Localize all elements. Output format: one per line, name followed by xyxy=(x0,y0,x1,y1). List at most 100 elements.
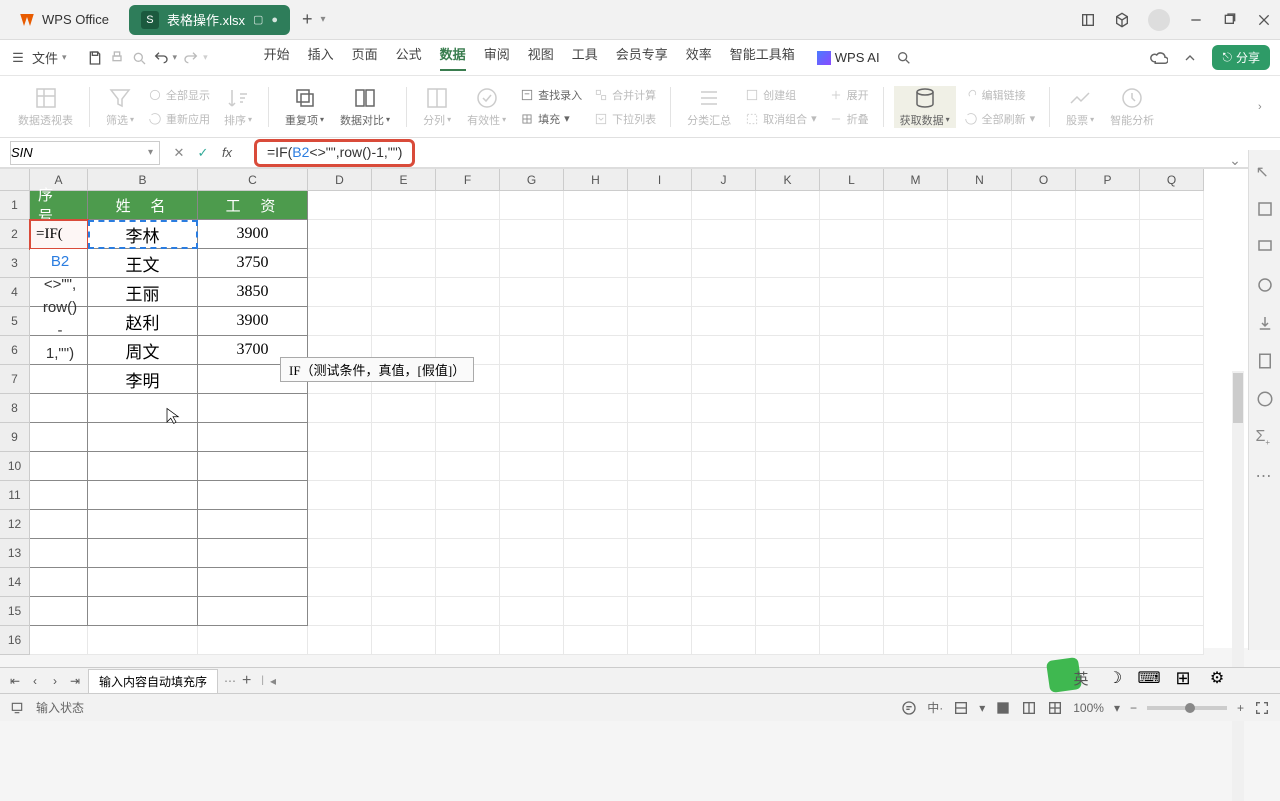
column-header[interactable]: J xyxy=(692,169,756,191)
cell[interactable] xyxy=(692,626,756,655)
cell[interactable] xyxy=(628,626,692,655)
name-box-dropdown-icon[interactable]: ▾ xyxy=(148,147,153,158)
cell[interactable] xyxy=(948,336,1012,365)
cell[interactable] xyxy=(756,452,820,481)
cell[interactable] xyxy=(756,220,820,249)
cell[interactable] xyxy=(756,336,820,365)
column-header[interactable]: D xyxy=(308,169,372,191)
cell[interactable] xyxy=(564,365,628,394)
cell[interactable] xyxy=(1140,249,1204,278)
ungroup-button[interactable]: 取消组合▾ xyxy=(741,109,821,129)
cell[interactable] xyxy=(820,191,884,220)
fx-icon[interactable]: fx xyxy=(220,145,234,160)
undo-icon[interactable] xyxy=(153,50,169,66)
cell[interactable] xyxy=(1012,220,1076,249)
select-tool-icon[interactable]: ↖ xyxy=(1256,162,1274,180)
cell[interactable]: 李明 xyxy=(88,365,198,394)
cancel-formula-icon[interactable]: ✕ xyxy=(172,145,186,161)
cell[interactable] xyxy=(1076,278,1140,307)
cell[interactable] xyxy=(628,220,692,249)
redo-dropdown-icon[interactable]: ▾ xyxy=(203,52,208,63)
cell[interactable] xyxy=(820,365,884,394)
cell[interactable] xyxy=(500,481,564,510)
cell[interactable] xyxy=(308,597,372,626)
print-icon[interactable] xyxy=(109,50,125,66)
cell[interactable] xyxy=(1140,336,1204,365)
cell[interactable] xyxy=(88,568,198,597)
cell[interactable] xyxy=(436,597,500,626)
cell[interactable] xyxy=(1076,597,1140,626)
cell[interactable] xyxy=(692,307,756,336)
cell[interactable] xyxy=(1012,568,1076,597)
cell[interactable] xyxy=(1012,278,1076,307)
sheet-first-icon[interactable]: ⇤ xyxy=(8,674,22,688)
cell[interactable] xyxy=(692,249,756,278)
cell[interactable] xyxy=(198,423,308,452)
cell[interactable] xyxy=(198,394,308,423)
validity-button[interactable]: 有效性▾ xyxy=(461,86,512,128)
cell[interactable]: 3850 xyxy=(198,278,308,307)
cell[interactable] xyxy=(372,423,436,452)
cell[interactable]: 王文 xyxy=(88,249,198,278)
cell[interactable] xyxy=(436,249,500,278)
collapse-ribbon-icon[interactable] xyxy=(1182,50,1198,66)
cell[interactable] xyxy=(1140,597,1204,626)
cell[interactable] xyxy=(436,510,500,539)
cell[interactable] xyxy=(884,597,948,626)
cell[interactable] xyxy=(1076,452,1140,481)
cell[interactable] xyxy=(692,365,756,394)
cell[interactable] xyxy=(564,249,628,278)
tab-member[interactable]: 会员专享 xyxy=(616,44,668,71)
cell[interactable] xyxy=(1076,510,1140,539)
cell[interactable] xyxy=(1140,626,1204,655)
cell[interactable] xyxy=(948,626,1012,655)
cell[interactable] xyxy=(820,452,884,481)
cell[interactable] xyxy=(1012,307,1076,336)
row-header[interactable]: 7 xyxy=(0,365,30,394)
cell[interactable] xyxy=(948,394,1012,423)
cell[interactable]: 3750 xyxy=(198,249,308,278)
cell[interactable] xyxy=(884,394,948,423)
show-all-button[interactable]: 全部显示 xyxy=(144,85,214,105)
cell[interactable] xyxy=(1140,423,1204,452)
cell[interactable] xyxy=(820,539,884,568)
cell[interactable] xyxy=(88,452,198,481)
select-all-corner[interactable] xyxy=(0,169,30,191)
cell[interactable] xyxy=(948,539,1012,568)
cell[interactable] xyxy=(500,307,564,336)
cell[interactable] xyxy=(820,278,884,307)
row-header[interactable]: 14 xyxy=(0,568,30,597)
cell[interactable] xyxy=(1140,220,1204,249)
cell[interactable] xyxy=(372,220,436,249)
add-sheet-button[interactable]: + xyxy=(242,672,251,690)
cell[interactable] xyxy=(948,510,1012,539)
cell[interactable] xyxy=(436,278,500,307)
pivot-table-button[interactable]: 数据透视表 xyxy=(12,86,79,128)
cell[interactable] xyxy=(372,307,436,336)
cell[interactable]: 李林 xyxy=(88,220,198,249)
cell[interactable] xyxy=(88,423,198,452)
cell[interactable] xyxy=(500,423,564,452)
cell[interactable] xyxy=(500,452,564,481)
cell[interactable] xyxy=(692,597,756,626)
cell[interactable] xyxy=(88,394,198,423)
cell[interactable] xyxy=(372,452,436,481)
row-header[interactable]: 16 xyxy=(0,626,30,655)
cell[interactable] xyxy=(1140,510,1204,539)
column-header[interactable]: P xyxy=(1076,169,1140,191)
cell[interactable] xyxy=(500,191,564,220)
cell[interactable] xyxy=(88,481,198,510)
zoom-in-button[interactable]: + xyxy=(1237,701,1244,715)
cell[interactable] xyxy=(1012,249,1076,278)
column-header[interactable]: E xyxy=(372,169,436,191)
row-header[interactable]: 1 xyxy=(0,191,30,220)
cell[interactable] xyxy=(564,336,628,365)
cell[interactable] xyxy=(436,539,500,568)
row-header[interactable]: 8 xyxy=(0,394,30,423)
ime-moon-icon[interactable]: ☽ xyxy=(1104,667,1126,689)
cell[interactable] xyxy=(628,278,692,307)
cell[interactable] xyxy=(372,191,436,220)
cell[interactable] xyxy=(948,191,1012,220)
tab-insert[interactable]: 插入 xyxy=(308,44,334,71)
refresh-all-button[interactable]: 全部刷新▾ xyxy=(960,109,1040,129)
